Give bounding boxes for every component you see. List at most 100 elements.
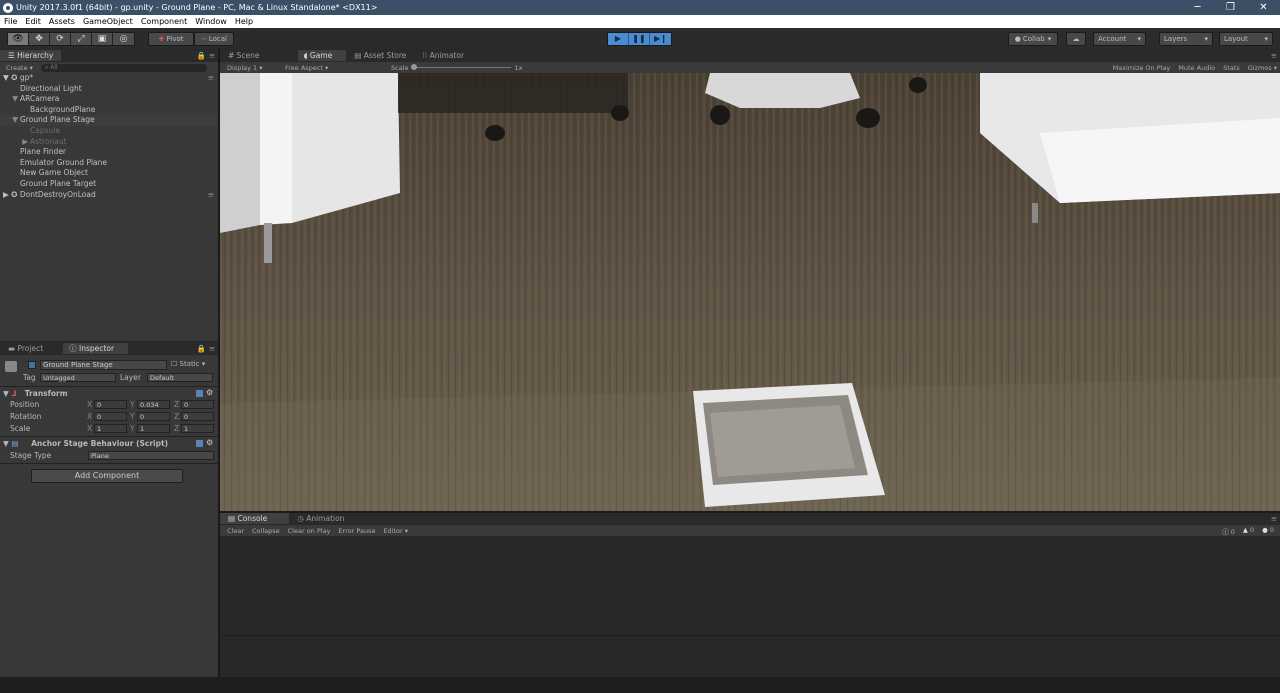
rotation-y-field[interactable]: 0 [137, 412, 170, 421]
info-filter[interactable]: ⓘ 0 [1222, 526, 1235, 536]
menu-window[interactable]: Window [191, 17, 231, 26]
scale-x-field[interactable]: 1 [94, 424, 127, 433]
error-pause-toggle[interactable]: Error Pause [338, 527, 375, 535]
menu-component[interactable]: Component [137, 17, 191, 26]
console-detail-divider[interactable] [220, 635, 1280, 636]
hierarchy-item[interactable]: ▼ ARCamera [0, 94, 218, 105]
hierarchy-item[interactable]: ▼ Ground Plane Stage [0, 115, 218, 126]
rotate-tool-icon[interactable]: ⟳ [50, 33, 71, 45]
hierarchy-search-field[interactable]: ⌕ All [40, 63, 207, 72]
view-tool-icon[interactable]: 👁 [8, 33, 29, 45]
tab-animator[interactable]: ⁝⁝ Animator [414, 50, 472, 61]
scale-z-field[interactable]: 1 [181, 424, 214, 433]
close-button[interactable]: ✕ [1247, 0, 1280, 15]
move-tool-icon[interactable]: ✥ [29, 33, 50, 45]
error-filter[interactable]: ● 0 [1262, 526, 1274, 536]
gear-icon[interactable]: ⚙ [206, 438, 213, 447]
editor-dropdown[interactable]: Editor ▾ [383, 527, 408, 535]
expand-arrow-icon[interactable]: ▼ [0, 73, 9, 82]
lock-icon[interactable]: 🔒 [197, 344, 206, 353]
panel-menu-icon[interactable]: ≡ [208, 190, 214, 201]
panel-menu-icon[interactable]: ≡ [1271, 514, 1277, 523]
maximize-on-play-toggle[interactable]: Maximize On Play [1113, 64, 1171, 72]
add-component-button[interactable]: Add Component [31, 469, 183, 483]
scene-root[interactable]: ▼ ✪ gp* ≡ [0, 73, 218, 84]
position-y-field[interactable]: 0.034 [137, 400, 170, 409]
gizmos-dropdown[interactable]: Gizmos ▾ [1248, 64, 1277, 72]
create-dropdown[interactable]: Create ▾ [0, 64, 33, 72]
hierarchy-item[interactable]: Emulator Ground Plane [0, 158, 218, 169]
scale-tool-icon[interactable]: ⤢ [71, 33, 92, 45]
slider-handle[interactable] [410, 64, 417, 70]
clear-button[interactable]: Clear [227, 527, 244, 535]
clear-on-play-toggle[interactable]: Clear on Play [288, 527, 331, 535]
panel-menu-icon[interactable]: ≡ [1271, 51, 1277, 60]
expand-arrow-icon[interactable]: ▶ [0, 190, 9, 199]
step-icon[interactable]: ▶❙ [650, 33, 671, 45]
help-icon[interactable] [196, 440, 203, 447]
tab-game[interactable]: ◖ Game [297, 50, 347, 61]
tab-animation[interactable]: ◷ Animation [289, 513, 352, 524]
rotation-x-field[interactable]: 0 [94, 412, 127, 421]
transform-header[interactable]: ▼ ⅃ Transform [3, 388, 68, 399]
stats-toggle[interactable]: Stats [1223, 64, 1240, 72]
console-log-area[interactable] [220, 537, 1280, 677]
position-x-field[interactable]: 0 [94, 400, 127, 409]
transform-tool-icon[interactable]: ◎ [113, 33, 134, 45]
rect-tool-icon[interactable]: ▣ [92, 33, 113, 45]
active-checkbox[interactable] [28, 361, 36, 369]
account-dropdown[interactable]: Account ▾ [1093, 32, 1146, 46]
panel-menu-icon[interactable]: ≡ [209, 51, 215, 60]
hierarchy-item[interactable]: New Game Object [0, 168, 218, 179]
tab-project[interactable]: ▬ Project [0, 343, 51, 354]
mute-audio-toggle[interactable]: Mute Audio [1178, 64, 1215, 72]
hierarchy-item[interactable]: Directional Light [0, 84, 218, 95]
hierarchy-item[interactable]: Ground Plane Target [0, 179, 218, 190]
tab-inspector[interactable]: ⓘ Inspector [63, 343, 129, 354]
pivot-button[interactable]: ✚ Pivot [148, 32, 194, 46]
collapse-toggle[interactable]: Collapse [252, 527, 280, 535]
anchor-stage-header[interactable]: ▼ ▤ Anchor Stage Behaviour (Script) [3, 438, 168, 449]
dont-destroy-root[interactable]: ▶ ✪ DontDestroyOnLoad ≡ [0, 190, 218, 201]
menu-help[interactable]: Help [231, 17, 257, 26]
display-dropdown[interactable]: Display 1 ▾ [227, 64, 273, 72]
minimize-button[interactable]: ─ [1181, 0, 1214, 15]
layer-dropdown[interactable]: Default [147, 373, 213, 382]
static-toggle[interactable]: ☐ Static ▾ [171, 359, 205, 370]
object-name-field[interactable]: Ground Plane Stage [40, 360, 167, 370]
collapse-arrow-icon[interactable]: ▶ [0, 137, 30, 148]
expand-arrow-icon[interactable]: ▼ [0, 115, 20, 126]
scale-y-field[interactable]: 1 [137, 424, 170, 433]
help-icon[interactable] [196, 390, 203, 397]
expand-arrow-icon[interactable]: ▼ [0, 94, 20, 105]
gear-icon[interactable]: ⚙ [206, 388, 213, 397]
layers-dropdown[interactable]: Layers ▾ [1159, 32, 1213, 46]
menu-file[interactable]: File [0, 17, 21, 26]
tab-console[interactable]: ▤ Console [220, 513, 290, 524]
stage-type-dropdown[interactable]: Plane [88, 451, 214, 460]
tag-dropdown[interactable]: Untagged [40, 373, 116, 382]
game-view-camera-feed[interactable] [220, 73, 1280, 511]
aspect-dropdown[interactable]: Free Aspect ▾ [285, 64, 381, 72]
local-button[interactable]: ⌐ Local [194, 32, 234, 46]
hierarchy-item[interactable]: ▶ Astronaut [0, 137, 218, 148]
menu-gameobject[interactable]: GameObject [79, 17, 137, 26]
panel-menu-icon[interactable]: ≡ [208, 73, 214, 84]
tab-scene[interactable]: # Scene [220, 50, 268, 61]
hierarchy-item[interactable]: BackgroundPlane [0, 105, 218, 116]
layout-dropdown[interactable]: Layout ▾ [1219, 32, 1273, 46]
play-icon[interactable]: ▶ [608, 33, 629, 45]
hierarchy-item[interactable]: Plane Finder [0, 147, 218, 158]
hierarchy-item[interactable]: Capsule [0, 126, 218, 137]
menu-assets[interactable]: Assets [45, 17, 79, 26]
pause-icon[interactable]: ❚❚ [629, 33, 650, 45]
panel-menu-icon[interactable]: ≡ [209, 344, 215, 353]
cloud-button[interactable]: ☁ [1066, 32, 1086, 46]
lock-icon[interactable]: 🔒 [197, 51, 206, 60]
tab-asset-store[interactable]: ▤ Asset Store [346, 50, 414, 61]
position-z-field[interactable]: 0 [181, 400, 214, 409]
maximize-button[interactable]: ❐ [1214, 0, 1247, 15]
tab-hierarchy[interactable]: ☰ Hierarchy [0, 50, 62, 61]
warning-filter[interactable]: ▲ 0 [1243, 526, 1254, 536]
static-checkbox[interactable]: ☐ [171, 360, 180, 368]
